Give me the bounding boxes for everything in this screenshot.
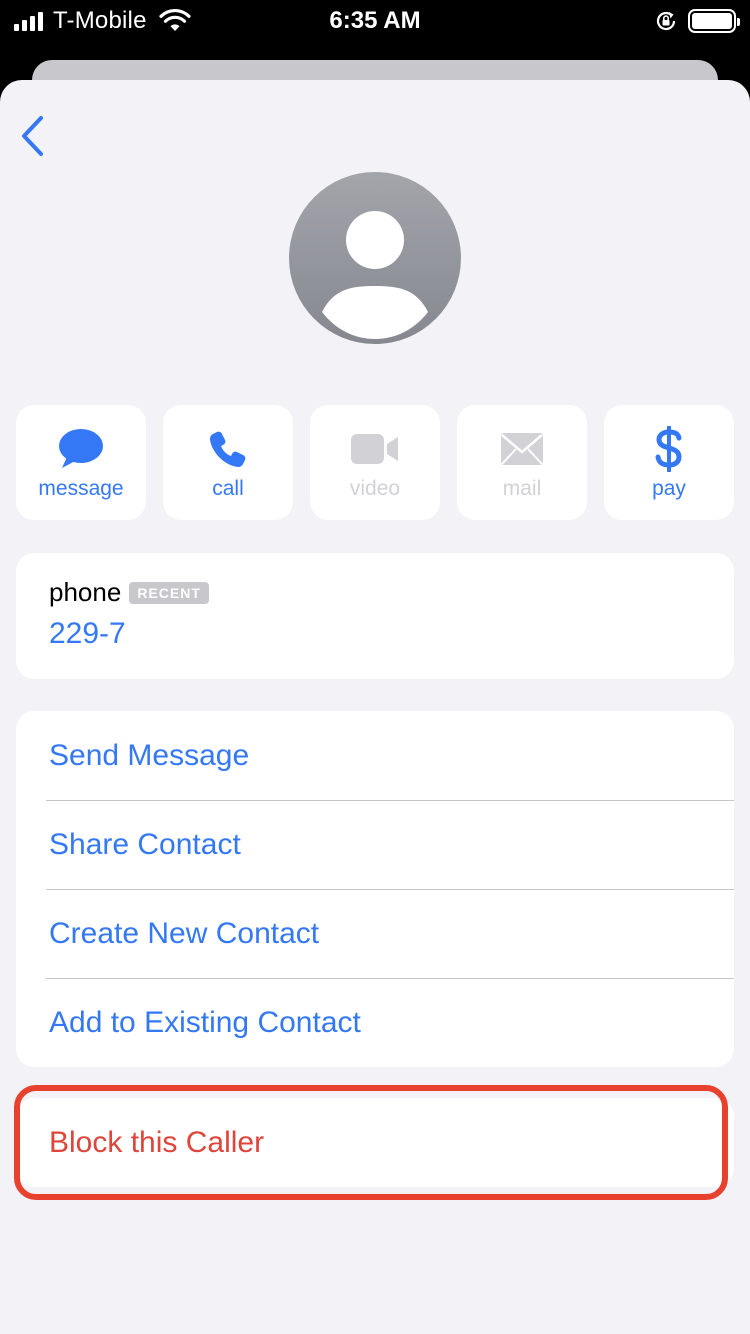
pay-action-button[interactable]: pay [604,405,734,520]
video-camera-icon [351,434,398,464]
status-bar: T-Mobile 6:35 AM [0,0,750,60]
contact-options-list: Send Message Share Contact Create New Co… [16,711,734,1067]
status-right [654,8,740,34]
status-time: 6:35 AM [329,7,421,34]
call-action-label: call [212,477,244,500]
mail-action-label: mail [502,477,542,500]
add-to-existing-contact-option[interactable]: Add to Existing Contact [16,978,734,1067]
send-message-option[interactable]: Send Message [16,711,734,800]
contact-sheet: message call video mail pay phone RECENT… [0,80,750,1334]
message-action-label: message [38,477,124,500]
share-contact-option[interactable]: Share Contact [16,800,734,889]
action-buttons: message call video mail pay [16,405,734,520]
phone-number-card: phone RECENT 229-7 [16,553,734,679]
message-bubble-icon [59,429,103,468]
back-button[interactable] [12,112,52,160]
block-caller-button[interactable]: Block this Caller [16,1098,734,1187]
phone-icon [210,431,246,467]
battery-icon [688,9,740,33]
mail-action-button[interactable]: mail [457,405,587,520]
envelope-icon [501,433,543,465]
call-action-button[interactable]: call [163,405,293,520]
phone-label: phone [49,577,122,607]
person-silhouette-icon [322,211,428,339]
video-action-label: video [349,477,401,500]
message-action-button[interactable]: message [16,405,146,520]
dollar-icon [655,426,682,472]
orientation-lock-icon [656,11,676,31]
avatar [289,172,461,344]
phone-number-link[interactable]: 229-7 [49,617,126,651]
video-action-button[interactable]: video [310,405,440,520]
chevron-left-icon [22,116,43,156]
pay-action-label: pay [652,477,686,500]
create-new-contact-option[interactable]: Create New Contact [16,889,734,978]
phone-label-row: phone RECENT [49,577,209,608]
recent-badge: RECENT [129,581,209,604]
